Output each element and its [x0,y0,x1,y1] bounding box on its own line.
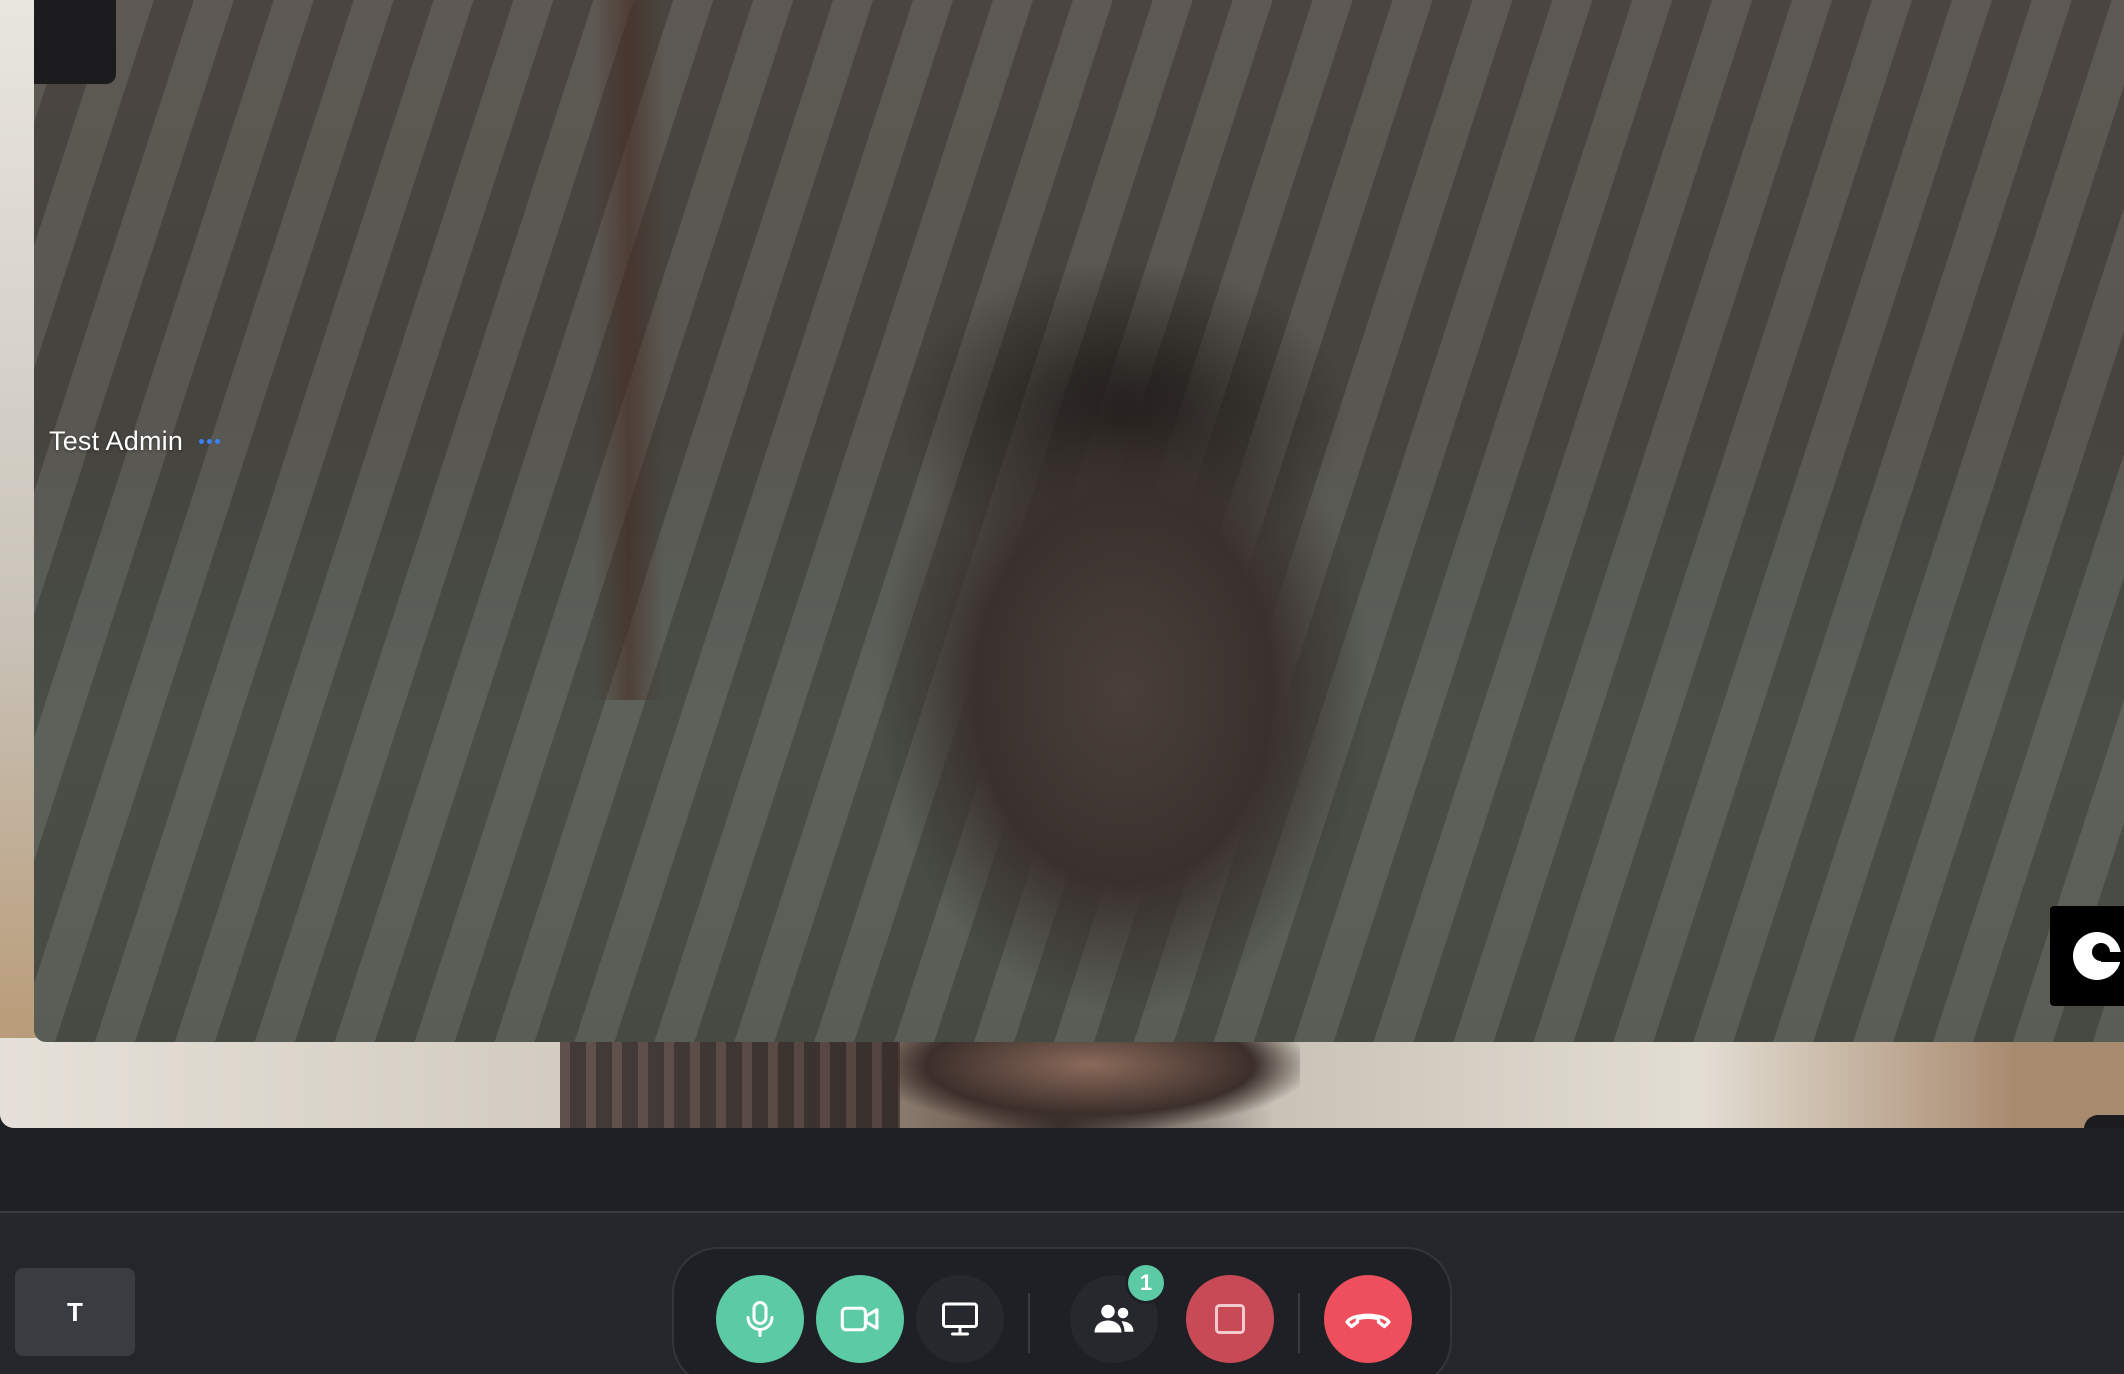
chat-widget-button[interactable] [2050,906,2124,1006]
more-horizontal-icon[interactable] [197,433,222,450]
participant-video-tile[interactable]: Test Admin [34,0,2124,1042]
stop-square-icon [1215,1304,1245,1334]
call-controls: 1 [672,1247,1452,1374]
tile-corner [34,0,116,84]
background-video-detail [880,1038,1300,1128]
participants-count-badge: 1 [1128,1265,1164,1301]
monitor-icon [942,1302,978,1336]
screen-share-button[interactable] [916,1275,1004,1363]
controls-separator [1028,1293,1030,1353]
controls-separator [1298,1293,1300,1353]
end-call-button[interactable] [1324,1275,1412,1363]
microphone-icon [746,1301,774,1337]
users-icon [1094,1304,1134,1333]
stop-recording-button[interactable] [1186,1275,1274,1363]
video-frame-detail [594,0,664,700]
video-camera-icon [840,1306,879,1332]
stage-corner [2084,1115,2124,1128]
background-video-edge [0,0,36,1040]
chat-bubble-icon [2073,932,2123,980]
video-stage: Test Admin [0,0,2124,1128]
meeting-screen: Test Admin T 1 [0,0,2124,1374]
microphone-button[interactable] [716,1275,804,1363]
phone-hangup-icon [1345,1313,1391,1329]
camera-button[interactable] [816,1275,904,1363]
participant-name-tag: Test Admin [49,426,222,457]
background-video-detail [560,1038,900,1128]
participant-name: Test Admin [49,426,184,456]
local-user-avatar[interactable]: T [15,1268,135,1356]
